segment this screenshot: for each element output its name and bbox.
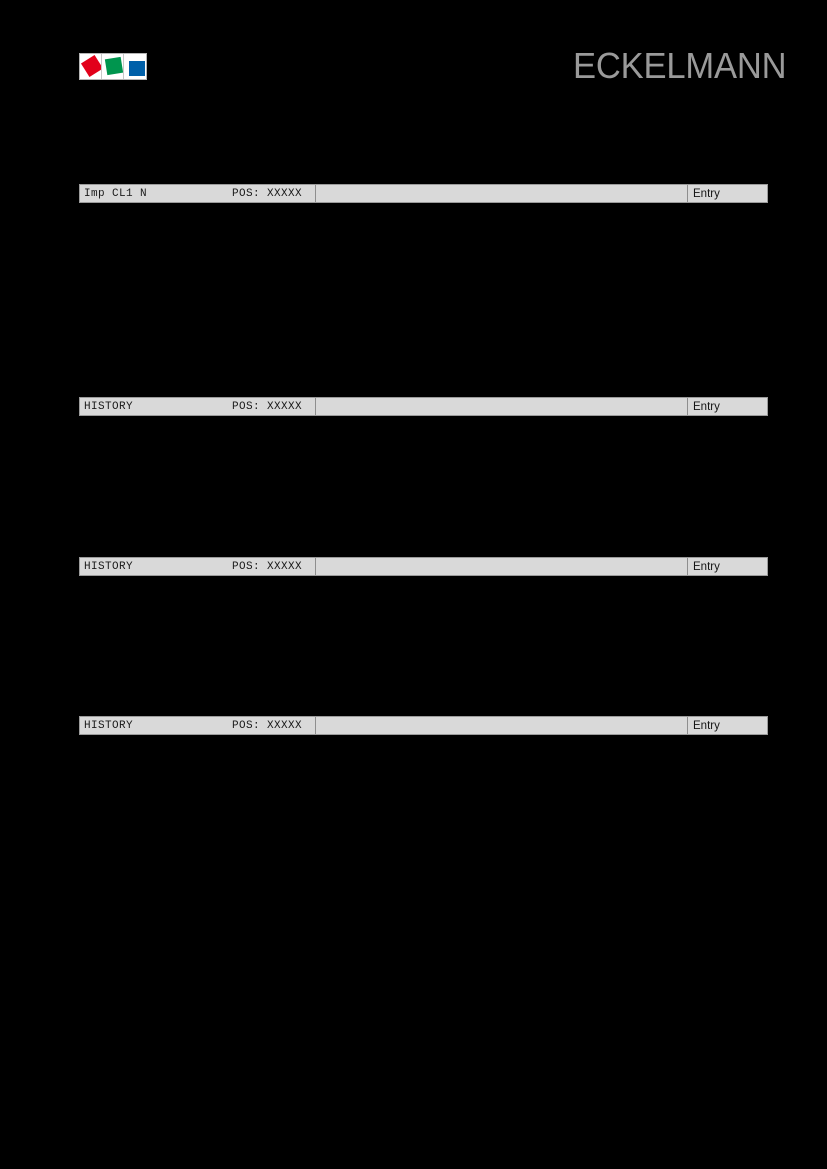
row-position-label: POS: XXXXX (232, 560, 303, 573)
table-row: HISTORY POS: XXXXX Entry (79, 716, 768, 735)
document-page: ECKELMANN Imp CL1 N POS: XXXXX Entry HIS… (0, 0, 827, 1169)
red-square-icon (80, 54, 101, 78)
page-header: ECKELMANN (0, 0, 827, 120)
row-blank-cell[interactable] (316, 398, 688, 415)
row-blank-cell[interactable] (316, 717, 688, 734)
row-blank-cell[interactable] (316, 185, 688, 202)
logo-tile-blue (124, 54, 146, 79)
blue-square-icon (128, 61, 145, 76)
row-position-label: POS: XXXXX (232, 400, 303, 413)
row-position-label: POS: XXXXX (232, 719, 303, 732)
row-code-label: HISTORY (84, 400, 134, 413)
row-entry-cell[interactable]: Entry (688, 558, 767, 575)
row-entry-cell[interactable]: Entry (688, 398, 767, 415)
row-code-cell: HISTORY POS: XXXXX (80, 398, 316, 415)
row-code-label: HISTORY (84, 719, 134, 732)
row-code-label: HISTORY (84, 560, 134, 573)
row-entry-cell[interactable]: Entry (688, 185, 767, 202)
row-entry-cell[interactable]: Entry (688, 717, 767, 734)
eckelmann-logo (79, 53, 147, 80)
green-square-icon (104, 56, 123, 76)
table-row: HISTORY POS: XXXXX Entry (79, 557, 768, 576)
row-blank-cell[interactable] (316, 558, 688, 575)
table-row: HISTORY POS: XXXXX Entry (79, 397, 768, 416)
logo-tile-green (102, 54, 124, 79)
row-position-label: POS: XXXXX (232, 187, 303, 200)
row-code-label: Imp CL1 N (84, 187, 148, 200)
brand-wordmark: ECKELMANN (573, 45, 787, 86)
row-code-cell: HISTORY POS: XXXXX (80, 717, 316, 734)
table-row: Imp CL1 N POS: XXXXX Entry (79, 184, 768, 203)
row-code-cell: Imp CL1 N POS: XXXXX (80, 185, 316, 202)
logo-tile-red (80, 54, 102, 79)
row-code-cell: HISTORY POS: XXXXX (80, 558, 316, 575)
